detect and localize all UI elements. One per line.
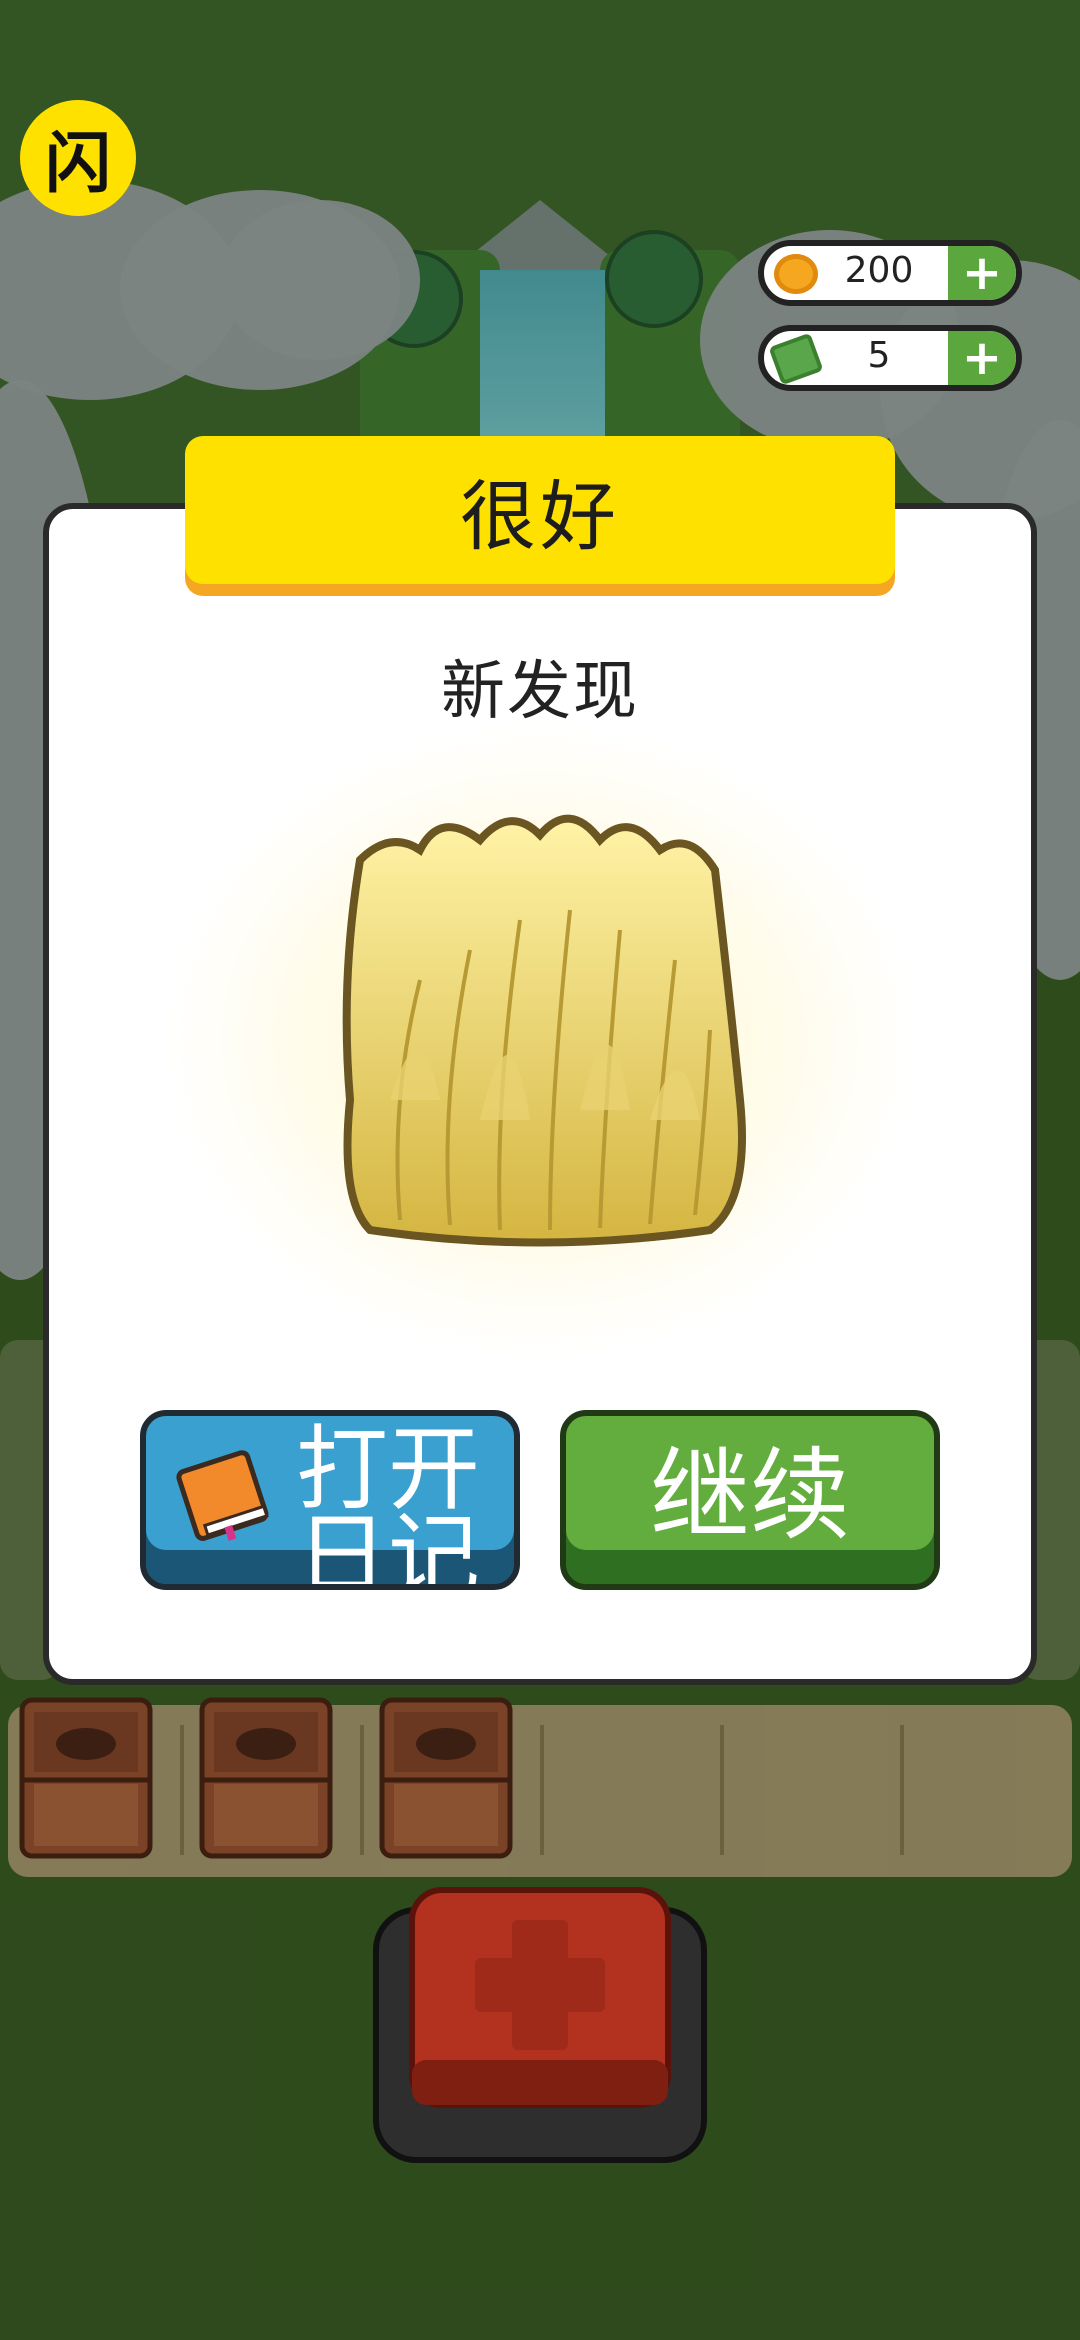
add-cash-button[interactable]: + (948, 331, 1016, 385)
slot-divider (540, 1725, 544, 1855)
open-diary-button[interactable]: 打开日记 (140, 1410, 520, 1590)
coin-counter: 200 + (758, 240, 1022, 306)
dialog-title: 很好 (185, 436, 895, 584)
coin-icon (774, 254, 818, 294)
slot-divider (900, 1725, 904, 1855)
wooden-crate-icon[interactable] (378, 1692, 514, 1860)
game-screen: 闪 200 + 5 + 很好 新发现 打开日记 继续 (0, 0, 1080, 2340)
continue-button[interactable]: 继续 (560, 1410, 940, 1590)
add-item-button[interactable] (372, 1880, 708, 2170)
coin-amount: 200 (844, 250, 914, 291)
slot-divider (180, 1725, 184, 1855)
cash-icon (768, 332, 824, 385)
book-icon (176, 1450, 269, 1541)
logo-glyph: 闪 (45, 125, 111, 202)
cash-counter: 5 + (758, 325, 1022, 391)
hay-bush-icon (342, 814, 746, 1247)
continue-label: 继续 (650, 1437, 850, 1554)
open-diary-label: 打开日记 (296, 1416, 481, 1590)
cash-amount: 5 (867, 335, 891, 376)
slot-divider (720, 1725, 724, 1855)
add-coins-button[interactable]: + (948, 246, 1016, 300)
slot-divider (360, 1725, 364, 1855)
inventory-bar (8, 1705, 1072, 1877)
wooden-crate-icon[interactable] (18, 1692, 154, 1860)
dialog-subtitle: 新发现 (441, 655, 639, 729)
wooden-crate-icon[interactable] (198, 1692, 334, 1860)
app-logo[interactable]: 闪 (20, 100, 136, 216)
